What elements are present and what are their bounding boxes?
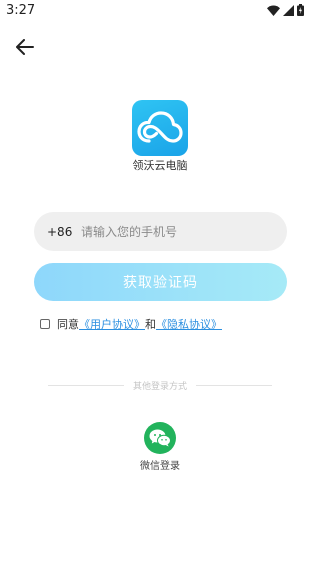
get-code-button[interactable]: 获取验证码 — [34, 263, 287, 301]
signal-icon — [283, 4, 294, 16]
battery-icon — [297, 4, 304, 16]
wechat-login-label: 微信登录 — [140, 461, 180, 472]
wechat-login-button[interactable] — [144, 422, 176, 454]
privacy-agreement-link[interactable]: 《隐私协议》 — [156, 316, 222, 332]
other-login-title: 其他登录方式 — [133, 382, 188, 392]
arrow-left-icon — [16, 39, 34, 55]
user-agreement-link[interactable]: 《用户协议》 — [79, 316, 145, 332]
phone-field[interactable]: +86 — [34, 212, 287, 251]
agreement-conjunction: 和 — [145, 318, 156, 331]
divider-line-left — [48, 385, 124, 386]
wifi-icon — [267, 5, 280, 16]
back-button[interactable] — [14, 36, 36, 58]
other-login-divider: 其他登录方式 — [48, 379, 273, 392]
agreement-row: 同意 《用户协议》 和 《隐私协议》 — [40, 316, 222, 332]
status-icons — [267, 4, 304, 16]
agreement-checkbox[interactable] — [40, 319, 50, 329]
agreement-prefix: 同意 — [57, 318, 79, 331]
app-name: 领沃云电脑 — [132, 159, 188, 172]
status-bar: 3:27 — [0, 0, 320, 24]
wechat-icon — [149, 429, 171, 447]
divider-line-right — [196, 385, 273, 386]
phone-input[interactable] — [81, 212, 287, 251]
country-code[interactable]: +86 — [47, 225, 81, 239]
status-time: 3:27 — [6, 3, 36, 18]
cloud-icon — [137, 111, 183, 143]
app-logo — [132, 100, 188, 156]
